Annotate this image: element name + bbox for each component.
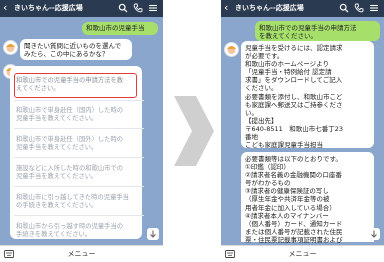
right-chat-screen: ‹ きいちゃん--応援広場 和歌山市での児童手当の申請方法 を教えてください。 … [221,0,384,262]
bottom-menu-bar: メニュー [221,245,384,262]
scroll-down-button[interactable] [368,228,380,240]
back-button[interactable]: ‹ [224,2,228,14]
highlighted-choice-frame [14,73,137,98]
chat-title: きいちゃん--応援広場 [14,4,83,12]
menu-icon[interactable] [369,3,379,13]
user-message-bubble: 和歌山市での児童手当の申請方法 を教えてください。 [255,21,380,41]
choice-divider [14,100,144,101]
choice-divider [14,128,144,129]
left-chat-screen: ‹ きいちゃん--応援広場 和歌山市の児童手当 聞きたい質問に近いものを選んで … [0,0,163,262]
chat-header: ‹ きいちゃん--応援広場 [0,0,163,17]
scroll-down-button[interactable] [147,228,159,240]
choice-item[interactable]: 和歌山市から引っ越す時の児童手当の 手続きを教えてください。 [16,223,141,239]
search-icon[interactable] [339,3,349,13]
choice-item[interactable]: 和歌山市で単身赴任（国内）した時の 児童手当を教えてください。 [16,107,141,123]
bot-avatar[interactable] [224,42,239,57]
back-button[interactable]: ‹ [3,2,7,14]
menu-button[interactable]: メニュー [0,250,163,259]
chevron-right-icon [170,96,214,166]
phone-icon[interactable] [133,3,143,13]
choice-divider [14,186,144,187]
chat-header: ‹ きいちゃん--応援広場 [221,0,384,17]
menu-button[interactable]: メニュー [221,250,384,259]
choice-divider [14,157,144,158]
search-icon[interactable] [118,3,128,13]
phone-icon[interactable] [354,3,364,13]
menu-icon[interactable] [148,3,158,13]
bot-answer-bubble: 児童手当を受けるには、認定請求 が必要です。 和歌山市のホームページより 「児童… [241,41,374,149]
choice-item[interactable]: 施設などに入所した時の和歌山市での 児童手当を教えてください。 [16,165,141,181]
bot-answer-bubble: 必要書類等は以下のとおりです。 ①印鑑（認印） ②請求者名義の金融機関の口座番 … [241,152,374,244]
choice-item[interactable]: 和歌山市で単身赴任（国外）した時の 児童手当を教えてください。 [16,136,141,152]
chat-title: きいちゃん--応援広場 [235,4,304,12]
bottom-menu-bar: メニュー [0,245,163,262]
choice-divider [14,215,144,216]
choice-item[interactable]: 和歌山市に引っ越してきた時の児童手当 の手続きを教えてください。 [16,194,141,210]
bot-avatar[interactable] [3,40,18,55]
user-message-bubble: 和歌山市の児童手当 [82,22,158,35]
bot-prompt-bubble: 聞きたい質問に近いものを選んで みたら、この中にあるかな？ [20,39,132,60]
